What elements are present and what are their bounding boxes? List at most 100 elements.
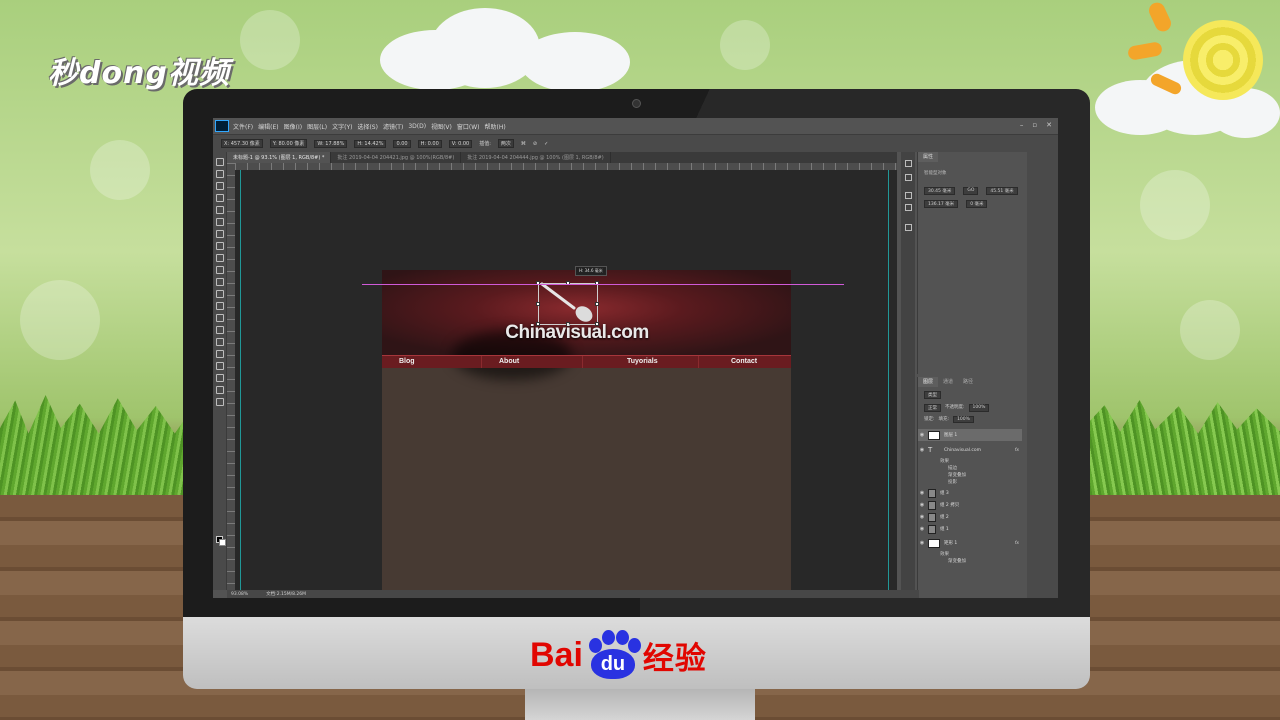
effect-gradient-overlay[interactable]: 渐变叠加 (948, 558, 966, 564)
history-brush-tool-icon[interactable] (216, 266, 224, 274)
layer-kind-filter[interactable]: 类型 (924, 391, 941, 399)
type-tool-icon[interactable] (216, 338, 224, 346)
history-panel-icon[interactable] (905, 160, 912, 167)
healing-brush-tool-icon[interactable] (216, 230, 224, 238)
h-skew-field[interactable]: H: 0.00 (417, 139, 442, 148)
transform-handle[interactable] (536, 302, 540, 306)
transform-handle[interactable] (595, 302, 599, 306)
warp-icon[interactable]: ⌘ (521, 141, 526, 147)
close-button[interactable]: ✕ (1046, 121, 1052, 129)
layer-row[interactable]: ◉ T Chinavisual.com fx (918, 444, 1022, 456)
y-field[interactable]: 0 毫米 (966, 200, 988, 208)
layer-row[interactable]: ◉ 组 2 (918, 511, 1022, 523)
tab-paths[interactable]: 路径 (958, 377, 978, 387)
menu-help[interactable]: 帮助(H) (485, 122, 506, 131)
visibility-eye-icon[interactable]: ◉ (918, 526, 926, 532)
actions-panel-icon[interactable] (905, 174, 912, 181)
height-percent-field[interactable]: H: 14.42% (354, 139, 387, 148)
opacity-field[interactable]: 100% (968, 404, 990, 412)
zoom-tool-icon[interactable] (216, 386, 224, 394)
path-select-tool-icon[interactable] (216, 350, 224, 358)
layer-row[interactable]: ◉ 组 3 (918, 487, 1022, 499)
visibility-eye-icon[interactable]: ◉ (918, 490, 926, 496)
eraser-tool-icon[interactable] (216, 278, 224, 286)
glyphs-panel-icon[interactable] (905, 224, 912, 231)
visibility-eye-icon[interactable]: ◉ (918, 540, 926, 546)
hand-tool-icon[interactable] (216, 374, 224, 382)
brush-tool-icon[interactable] (216, 242, 224, 250)
menu-filter[interactable]: 滤镜(T) (383, 122, 403, 131)
maximize-button[interactable]: ▫ (1032, 121, 1037, 129)
layer-row[interactable]: ◉ 矩形 1 fx (918, 537, 1022, 549)
visibility-eye-icon[interactable]: ◉ (918, 502, 926, 508)
paw-toe (627, 638, 641, 653)
quick-select-tool-icon[interactable] (216, 194, 224, 202)
v-skew-field[interactable]: V: 0.00 (448, 139, 473, 148)
bokeh-light (1140, 170, 1210, 240)
width-field[interactable]: 30.45 毫米 (924, 187, 956, 195)
tab-screenshot-204444[interactable]: 批注 2019-04-04 204444.jpg @ 100% (图层 1, R… (461, 152, 611, 163)
blend-mode-select[interactable]: 正常 (924, 404, 941, 412)
menu-image[interactable]: 图像(I) (284, 122, 302, 131)
menu-select[interactable]: 选择(S) (357, 122, 378, 131)
move-tool-icon[interactable] (216, 158, 224, 166)
visibility-eye-icon[interactable]: ◉ (918, 514, 926, 520)
rotate-field[interactable]: 0.00 (393, 139, 411, 148)
vertical-guide[interactable] (240, 170, 241, 590)
canvas-pasteboard[interactable]: H: 34.6 毫米 Chinavisual.com Blog About Tu… (235, 170, 897, 594)
menu-layer[interactable]: 图层(L) (307, 122, 327, 131)
layer-row[interactable]: ◉ 图层 1 (918, 429, 1022, 441)
layer-fx-icon[interactable]: fx (1015, 448, 1019, 453)
background-color-swatch[interactable] (219, 539, 226, 546)
layer-row[interactable]: ◉ 组 1 (918, 523, 1022, 535)
width-percent-field[interactable]: W: 17.88% (314, 139, 348, 148)
transform-bounding-box[interactable] (536, 281, 599, 326)
eyedropper-tool-icon[interactable] (216, 218, 224, 226)
effect-stroke[interactable]: 描边 (948, 465, 957, 471)
character-panel-icon[interactable] (905, 192, 912, 199)
minimize-button[interactable]: – (1020, 121, 1024, 129)
marquee-tool-icon[interactable] (216, 170, 224, 178)
tab-layers[interactable]: 图层 (918, 377, 939, 387)
x-position-field[interactable]: X: 457.30 像素 (221, 139, 263, 148)
blur-tool-icon[interactable] (216, 302, 224, 310)
menu-file[interactable]: 文件(F) (233, 122, 253, 131)
layer-fx-icon[interactable]: fx (1015, 541, 1019, 546)
paragraph-panel-icon[interactable] (905, 204, 912, 211)
y-position-field[interactable]: Y: 80.00 像素 (269, 139, 308, 148)
visibility-eye-icon[interactable]: ◉ (918, 447, 926, 453)
vertical-guide[interactable] (888, 170, 889, 590)
fill-field[interactable]: 100% (953, 416, 974, 423)
menu-window[interactable]: 窗口(W) (457, 122, 480, 131)
interpolation-select[interactable]: 两次 (497, 139, 514, 148)
menu-type[interactable]: 文字(Y) (332, 122, 352, 131)
more-tools-icon[interactable] (216, 398, 224, 406)
x-field[interactable]: 136.17 毫米 (924, 200, 959, 208)
visibility-eye-icon[interactable]: ◉ (918, 432, 926, 438)
dodge-tool-icon[interactable] (216, 314, 224, 322)
effect-gradient-overlay[interactable]: 渐变叠加 (948, 472, 966, 478)
properties-tab[interactable]: 属性 (918, 152, 939, 162)
tab-screenshot-204421[interactable]: 批注 2019-04-04 204421.jpg @ 100%(RGB/8#) (331, 152, 462, 163)
folder-icon (928, 524, 936, 534)
zoom-level[interactable]: 93.08% (231, 592, 248, 597)
lasso-tool-icon[interactable] (216, 182, 224, 190)
tab-untitled-1[interactable]: 未标题-1 @ 93.1% (图层 1, RGB/8#) * (227, 152, 332, 163)
cancel-transform-icon[interactable]: ⊘ (533, 141, 537, 147)
layer-row[interactable]: ◉ 组 2 拷贝 (918, 499, 1022, 511)
clone-stamp-tool-icon[interactable] (216, 254, 224, 262)
commit-transform-icon[interactable]: ✓ (544, 141, 548, 147)
pen-tool-icon[interactable] (216, 326, 224, 334)
tab-channels[interactable]: 通道 (938, 377, 958, 387)
height-field[interactable]: 45.51 毫米 (986, 187, 1018, 195)
effect-drop-shadow[interactable]: 投影 (948, 479, 957, 485)
menu-edit[interactable]: 编辑(E) (258, 122, 278, 131)
menu-3d[interactable]: 3D(D) (408, 123, 426, 130)
crop-tool-icon[interactable] (216, 206, 224, 214)
menu-view[interactable]: 视图(V) (431, 122, 452, 131)
link-dimensions-button[interactable]: GO (963, 187, 979, 195)
line-tool-icon[interactable] (216, 362, 224, 370)
horizontal-guide[interactable] (362, 284, 844, 285)
gradient-tool-icon[interactable] (216, 290, 224, 298)
document-canvas[interactable]: H: 34.6 毫米 Chinavisual.com Blog About Tu… (362, 266, 844, 594)
